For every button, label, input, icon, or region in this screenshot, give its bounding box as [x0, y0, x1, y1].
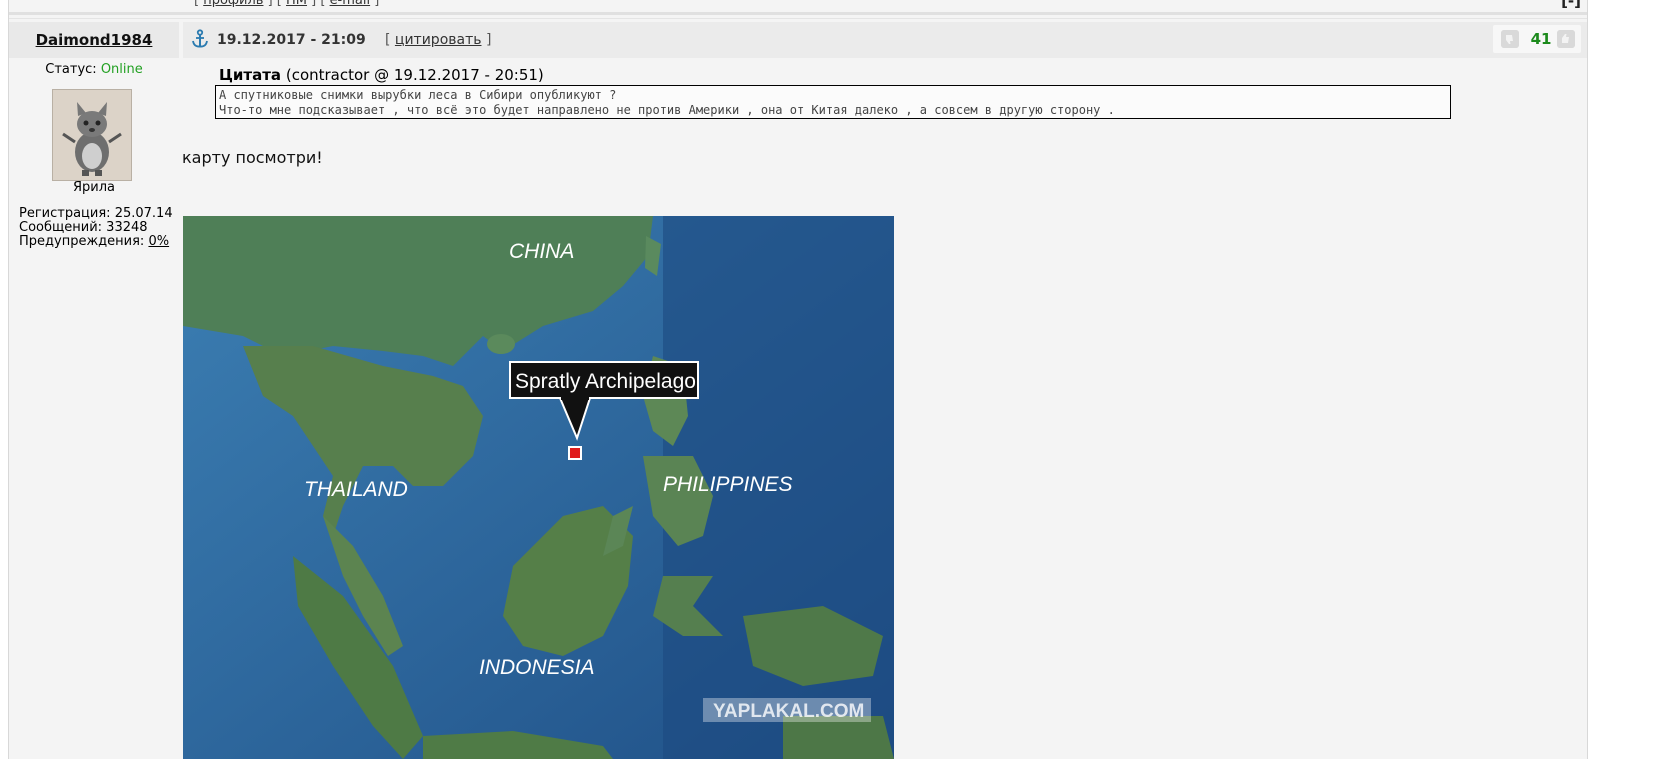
map-callout-label: Spratly Archipelago — [515, 370, 696, 393]
user-rank: Ярила — [72, 180, 115, 195]
quote-box: А спутниковые снимки вырубки леса в Сиби… — [215, 85, 1451, 119]
separator — [9, 12, 1587, 15]
avatar[interactable] — [52, 89, 132, 181]
thumbs-down-icon[interactable] — [1501, 30, 1519, 48]
rating-value: 41 — [1530, 30, 1552, 48]
map-illustration: CHINA THAILAND PHILIPPINES INDONESIA Spr… — [183, 216, 894, 759]
registration-label: Регистрация: — [19, 206, 111, 221]
avatar-cat-image — [53, 90, 131, 180]
prev-post-links: [ профиль ] [ ПМ ] [ e-mail ] — [194, 0, 379, 8]
messages-label: Сообщений: — [19, 220, 103, 235]
quote-link[interactable]: цитировать — [395, 32, 482, 48]
quote-header: Цитата (contractor @ 19.12.2017 - 20:51) — [219, 66, 544, 84]
spratly-marker — [568, 446, 582, 460]
separator — [9, 18, 1587, 19]
email-link[interactable]: e-mail — [330, 0, 371, 8]
quote-line: А спутниковые снимки вырубки леса в Сиби… — [219, 88, 617, 102]
registration-value: 25.07.14 — [114, 206, 173, 221]
pm-link[interactable]: ПМ — [286, 0, 307, 8]
map-image[interactable]: CHINA THAILAND PHILIPPINES INDONESIA Spr… — [183, 216, 894, 759]
thumbs-up-icon[interactable] — [1557, 30, 1575, 48]
warnings-value: 0% — [148, 234, 170, 249]
quote-label: Цитата — [219, 66, 282, 84]
forum-frame: [ профиль ] [ ПМ ] [ e-mail ] [-] Daimon… — [8, 0, 1588, 759]
map-label-china: CHINA — [509, 240, 574, 263]
registration-row: Регистрация: 25.07.14 — [19, 207, 173, 221]
author-name-link[interactable]: Daimond1984 — [9, 31, 179, 49]
map-label-thailand: THAILAND — [304, 478, 408, 501]
rating-box: 41 — [1493, 25, 1581, 53]
anchor-icon[interactable] — [191, 29, 209, 49]
quote-line: Что-то мне подсказывает , что всё это бу… — [219, 103, 1115, 117]
status-label: Статус: — [45, 62, 97, 77]
post-author-header: Daimond1984 — [9, 22, 179, 58]
profile-link[interactable]: профиль — [203, 0, 263, 8]
messages-row: Сообщений: 33248 — [19, 221, 173, 235]
warnings-row: Предупреждения: 0% — [19, 235, 173, 249]
quote-action: [ цитировать ] — [385, 32, 492, 48]
map-label-indonesia: INDONESIA — [479, 656, 595, 679]
user-status: Статус: Online — [9, 62, 179, 77]
user-stats: Регистрация: 25.07.14 Сообщений: 33248 П… — [19, 207, 173, 249]
map-label-philippines: PHILIPPINES — [663, 473, 793, 496]
map-watermark: YAPLAKAL.COM — [713, 701, 864, 722]
post-text: карту посмотри! — [182, 148, 323, 167]
post-date: 19.12.2017 - 21:09 — [217, 32, 366, 48]
status-value: Online — [100, 62, 143, 77]
post-header: 19.12.2017 - 21:09 [ цитировать ] 41 — [183, 22, 1587, 58]
messages-value: 33248 — [106, 220, 148, 235]
warnings-label: Предупреждения: — [19, 234, 145, 249]
quote-meta: (contractor @ 19.12.2017 - 20:51) — [285, 66, 544, 84]
collapse-button[interactable]: [-] — [1561, 0, 1581, 10]
